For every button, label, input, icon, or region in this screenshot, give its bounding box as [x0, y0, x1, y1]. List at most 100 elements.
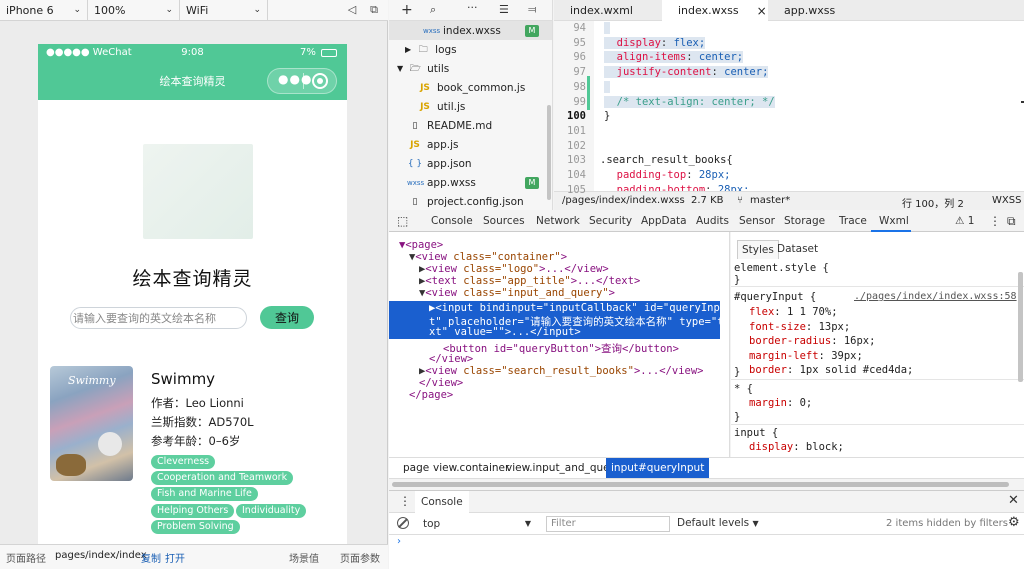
- tree-item[interactable]: JS book_common.js: [389, 78, 552, 97]
- context-select[interactable]: top ▼: [419, 515, 535, 532]
- code-line[interactable]: padding-bottom: 28px;: [604, 184, 750, 191]
- devtools-tab-sources[interactable]: Sources: [483, 210, 525, 232]
- clear-console-icon[interactable]: [397, 517, 409, 529]
- wxml-node[interactable]: ▶<view class="search_result_books">...</…: [419, 365, 704, 377]
- style-property[interactable]: margin-left: 39px;: [749, 350, 863, 362]
- tag[interactable]: Fish and Marine Life: [151, 487, 258, 501]
- git-branch[interactable]: master*: [750, 195, 790, 206]
- devtools-tab-sensor[interactable]: Sensor: [739, 210, 775, 232]
- source-link[interactable]: ./pages/index/index.wxss:58: [854, 291, 1017, 302]
- tree-item[interactable]: ▯ project.config.json: [389, 192, 552, 210]
- console-tab[interactable]: Console: [415, 491, 469, 513]
- close-icon[interactable]: ×: [757, 4, 767, 18]
- book-cover[interactable]: Swimmy: [50, 366, 133, 481]
- list-icon[interactable]: ☰: [499, 3, 509, 16]
- prompt-icon[interactable]: ›: [397, 536, 401, 547]
- devtools-tab-storage[interactable]: Storage: [784, 210, 825, 232]
- code-line[interactable]: display: flex;: [604, 36, 706, 49]
- tab-app-wxss[interactable]: app.wxss: [768, 0, 876, 21]
- crumb-container[interactable]: view.container: [429, 458, 513, 478]
- tag[interactable]: Cooperation and Teamwork: [151, 471, 294, 485]
- devtools-tab-audits[interactable]: Audits: [696, 210, 729, 232]
- devtools-tab-appdata[interactable]: AppData: [641, 210, 687, 232]
- close-icon[interactable]: ✕: [1008, 493, 1019, 508]
- code-line[interactable]: /* text-align: center; */: [604, 95, 775, 108]
- zoom-select[interactable]: 100% ⌄: [88, 0, 180, 20]
- tag[interactable]: Individuality: [236, 504, 307, 518]
- devtools-tab-wxml[interactable]: Wxml: [879, 210, 909, 232]
- devtools-tab-console[interactable]: Console: [431, 210, 473, 232]
- wxml-node[interactable]: ▼<view class="container">: [409, 251, 567, 263]
- tree-item[interactable]: JS app.js: [389, 135, 552, 154]
- book-title[interactable]: Swimmy: [151, 370, 215, 388]
- device-select[interactable]: iPhone 6 ⌄: [0, 0, 88, 20]
- open-link[interactable]: 打开: [165, 550, 185, 565]
- query-button[interactable]: 查询: [260, 306, 314, 329]
- language-mode[interactable]: WXSS: [992, 195, 1021, 206]
- tree-item[interactable]: { } app.json: [389, 154, 552, 173]
- style-property[interactable]: border-radius: 16px;: [749, 335, 875, 347]
- code-line[interactable]: .search_result_books{: [600, 154, 733, 166]
- styles-scrollbar[interactable]: [1018, 272, 1023, 382]
- wxml-node[interactable]: ▼<page>: [399, 239, 443, 251]
- scene-button[interactable]: 场景值: [289, 550, 319, 565]
- tree-item[interactable]: JS util.js: [389, 97, 552, 116]
- code-line[interactable]: align-items: center;: [604, 51, 744, 64]
- collapse-icon[interactable]: ⫤: [528, 3, 536, 17]
- warning-count[interactable]: ⚠ 1: [955, 210, 974, 232]
- filter-input[interactable]: Filter: [546, 516, 670, 532]
- style-property[interactable]: border: 1px solid #ced4da;: [749, 364, 913, 376]
- tab-index-wxml[interactable]: index.wxml: [554, 0, 662, 21]
- volume-icon[interactable]: ◁: [345, 3, 359, 17]
- capsule-menu[interactable]: ●●●: [267, 68, 337, 94]
- copy-link[interactable]: 复制: [141, 550, 161, 565]
- window-icon[interactable]: ⧉: [367, 3, 381, 17]
- code-area[interactable]: display: flex; align-items: center; just…: [554, 21, 1024, 191]
- style-property[interactable]: font-size: 13px;: [749, 321, 850, 333]
- tree-item[interactable]: wxss app.wxss M: [389, 173, 552, 192]
- wxml-node[interactable]: <button id="queryButton">查询</button>: [443, 341, 679, 356]
- close-mini-program-icon[interactable]: [312, 73, 328, 89]
- tree-item[interactable]: ▼ 🗁 utils: [389, 59, 552, 78]
- cursor-position[interactable]: 行 100，列 2: [902, 195, 964, 210]
- tree-scrollbar[interactable]: [547, 105, 551, 200]
- tree-item[interactable]: ▯ README.md: [389, 116, 552, 135]
- more-vert-icon[interactable]: ⋮: [399, 494, 411, 508]
- style-property[interactable]: display: block;: [749, 441, 844, 453]
- tab-styles[interactable]: Styles: [737, 240, 779, 259]
- more-icon[interactable]: ···: [467, 1, 478, 14]
- style-property[interactable]: flex: 1 1 70%;: [749, 306, 838, 318]
- code-line[interactable]: [604, 80, 611, 93]
- wxml-node[interactable]: </page>: [409, 389, 453, 401]
- crumb-query-input[interactable]: input#queryInput: [606, 458, 710, 478]
- devtools-tab-trace[interactable]: Trace: [839, 210, 867, 232]
- style-property[interactable]: margin: 0;: [749, 397, 812, 409]
- levels-select[interactable]: Default levels ▼: [677, 517, 759, 529]
- horizontal-scrollbar[interactable]: [392, 482, 1009, 487]
- more-vert-icon[interactable]: ⋮: [989, 210, 1001, 232]
- wxml-node[interactable]: ▶<text class="app_title">...</text>: [419, 275, 640, 287]
- inspect-icon[interactable]: ⬚: [397, 210, 408, 232]
- page-params-button[interactable]: 页面参数: [340, 550, 380, 565]
- search-input[interactable]: 请输入要查询的英文绘本名称: [70, 307, 247, 329]
- wxml-node[interactable]: </view>: [429, 353, 473, 365]
- code-line[interactable]: }: [604, 110, 610, 122]
- more-icon[interactable]: ●●●: [278, 72, 312, 86]
- devtools-tab-security[interactable]: Security: [589, 210, 632, 232]
- tree-item[interactable]: ▶ 🗀 logs: [389, 40, 552, 59]
- tag[interactable]: Helping Others: [151, 504, 235, 518]
- network-select[interactable]: WiFi ⌄: [180, 0, 268, 20]
- rule-selector[interactable]: input {: [734, 427, 778, 439]
- rule-selector[interactable]: #queryInput {: [734, 291, 816, 303]
- tree-item[interactable]: wxss index.wxss M: [389, 21, 552, 40]
- wxml-node[interactable]: ▶<view class="logo">...</view>: [419, 263, 609, 275]
- rule-selector[interactable]: * {: [734, 383, 753, 395]
- dock-icon[interactable]: ⧉: [1007, 210, 1016, 232]
- tag[interactable]: Problem Solving: [151, 520, 240, 534]
- gear-icon[interactable]: ⚙: [1008, 515, 1020, 530]
- code-line[interactable]: [604, 22, 611, 34]
- code-line[interactable]: padding-top: 28px;: [604, 169, 731, 181]
- code-line[interactable]: justify-content: center;: [604, 66, 769, 79]
- tag[interactable]: Cleverness: [151, 455, 216, 469]
- wxml-node[interactable]: </view>: [419, 377, 463, 389]
